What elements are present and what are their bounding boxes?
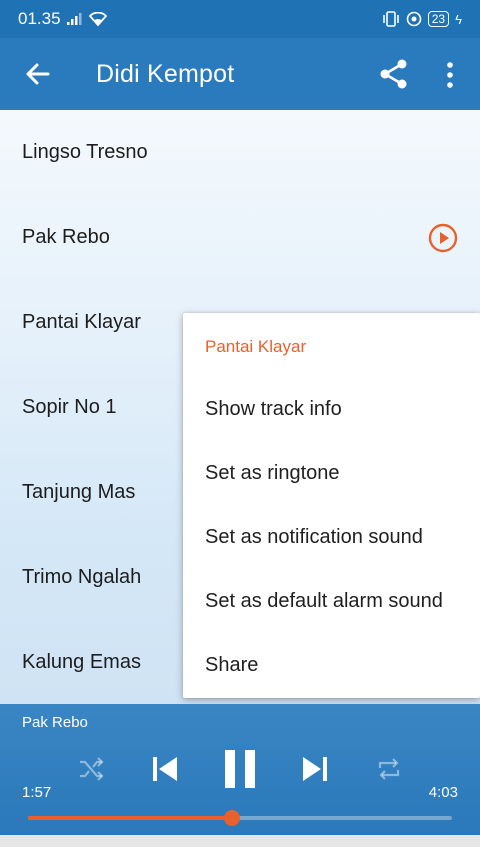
share-icon[interactable] bbox=[378, 58, 410, 90]
shuffle-icon[interactable] bbox=[78, 756, 104, 782]
elapsed-time: 1:57 bbox=[22, 784, 52, 801]
seek-bar-handle[interactable] bbox=[223, 810, 240, 826]
context-menu: Pantai Klayar Show track info Set as rin… bbox=[183, 313, 480, 698]
app-bar: Didi Kempot bbox=[0, 38, 480, 110]
previous-icon[interactable] bbox=[150, 755, 180, 783]
track-title: Tanjung Mas bbox=[22, 481, 136, 503]
wifi-icon bbox=[88, 12, 107, 26]
status-bar: 01.35 23 ϟ bbox=[0, 0, 480, 38]
track-title: Lingso Tresno bbox=[22, 141, 148, 163]
navigation-bar bbox=[0, 835, 480, 847]
repeat-icon[interactable] bbox=[376, 756, 402, 782]
menu-item-set-notification-sound[interactable]: Set as notification sound bbox=[205, 526, 423, 549]
charging-icon: ϟ bbox=[455, 11, 462, 27]
track-title: Sopir No 1 bbox=[22, 396, 117, 418]
seek-bar[interactable] bbox=[28, 810, 452, 826]
menu-item-show-track-info[interactable]: Show track info bbox=[205, 398, 342, 421]
track-title: Trimo Ngalah bbox=[22, 566, 142, 588]
menu-item-set-alarm-sound[interactable]: Set as default alarm sound bbox=[205, 590, 443, 613]
back-arrow-icon[interactable] bbox=[22, 58, 54, 90]
now-playing-title: Pak Rebo bbox=[22, 714, 88, 731]
track-item[interactable]: Pak Rebo bbox=[0, 195, 480, 280]
signal-icon bbox=[66, 13, 82, 25]
track-title: Kalung Emas bbox=[22, 651, 141, 673]
seek-bar-fill bbox=[28, 816, 232, 820]
mini-player: Pak Rebo 1:57 4:03 bbox=[0, 704, 480, 847]
track-title: Pak Rebo bbox=[22, 226, 110, 248]
pause-icon[interactable] bbox=[222, 749, 258, 789]
track-item[interactable]: Lingso Tresno bbox=[0, 110, 480, 195]
vibrate-icon bbox=[382, 11, 399, 27]
total-duration: 4:03 bbox=[428, 784, 458, 801]
next-icon[interactable] bbox=[300, 755, 330, 783]
track-title: Pantai Klayar bbox=[22, 311, 141, 333]
page-title: Didi Kempot bbox=[96, 60, 235, 88]
battery-level: 23 bbox=[427, 11, 450, 27]
more-vert-icon[interactable] bbox=[440, 60, 460, 90]
context-menu-title: Pantai Klayar bbox=[205, 337, 307, 356]
play-circle-icon[interactable] bbox=[428, 223, 458, 253]
menu-item-set-ringtone[interactable]: Set as ringtone bbox=[205, 462, 340, 485]
menu-item-share[interactable]: Share bbox=[205, 654, 258, 677]
data-saver-icon bbox=[406, 11, 422, 27]
status-time: 01.35 bbox=[18, 9, 61, 28]
